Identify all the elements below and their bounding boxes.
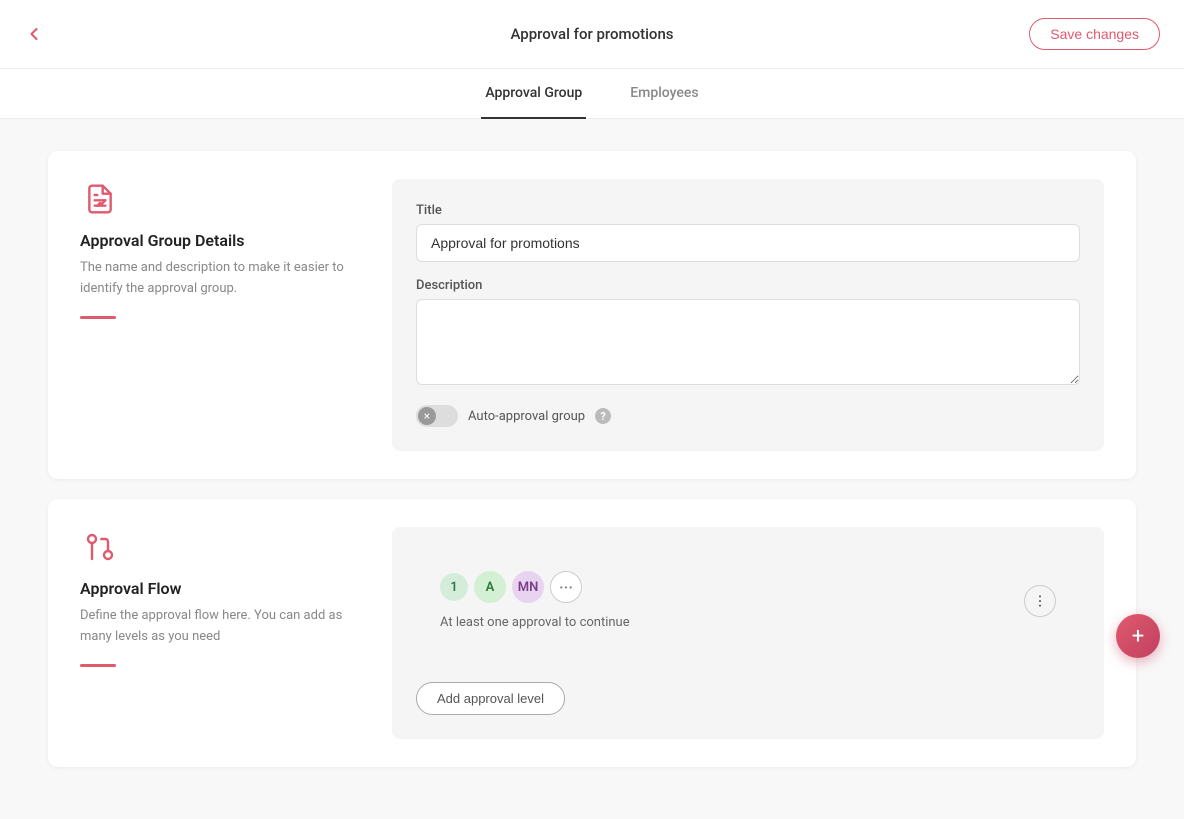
save-changes-button[interactable]: Save changes	[1029, 18, 1160, 50]
flow-section-desc: Define the approval flow here. You can a…	[80, 606, 360, 648]
details-form: Title Description Auto-approval group ?	[392, 179, 1104, 451]
main-content: Approval Group Details The name and desc…	[0, 119, 1184, 819]
header: Approval for promotions Save changes	[0, 0, 1184, 69]
flow-step-text: At least one approval to continue	[440, 615, 1008, 630]
auto-approval-toggle[interactable]	[416, 405, 458, 427]
section-left-flow: Approval Flow Define the approval flow h…	[80, 527, 360, 739]
avatar-a: A	[474, 571, 506, 603]
details-section-desc: The name and description to make it easi…	[80, 258, 360, 300]
tab-employees[interactable]: Employees	[626, 69, 702, 119]
add-approval-level-button[interactable]: Add approval level	[416, 682, 565, 715]
tab-approval-group[interactable]: Approval Group	[481, 69, 586, 119]
step-number-badge: 1	[440, 573, 468, 601]
approval-flow-section: Approval Flow Define the approval flow h…	[48, 499, 1136, 767]
approval-group-details-section: Approval Group Details The name and desc…	[48, 151, 1136, 479]
avatar-mn: MN	[512, 571, 544, 603]
flow-step-card: 1 A MN ··· At least one approval to cont…	[416, 551, 1080, 650]
back-button[interactable]	[24, 24, 44, 44]
description-textarea[interactable]	[416, 299, 1080, 385]
flow-content: 1 A MN ··· At least one approval to cont…	[392, 527, 1104, 739]
details-section-title: Approval Group Details	[80, 231, 360, 250]
flow-menu-button[interactable]	[1024, 585, 1056, 617]
help-icon[interactable]: ?	[595, 408, 611, 424]
toggle-label: Auto-approval group	[468, 409, 585, 424]
flow-icon	[80, 527, 120, 567]
section-left-details: Approval Group Details The name and desc…	[80, 179, 360, 451]
auto-approval-row: Auto-approval group ?	[416, 405, 1080, 427]
title-label: Title	[416, 203, 1080, 218]
flow-section-title: Approval Flow	[80, 579, 360, 598]
details-section-divider	[80, 316, 116, 319]
title-input[interactable]	[416, 224, 1080, 262]
description-form-group: Description	[416, 278, 1080, 389]
flow-section-divider	[80, 664, 116, 667]
description-label: Description	[416, 278, 1080, 293]
flow-avatars: 1 A MN ···	[440, 571, 1008, 603]
avatar-more[interactable]: ···	[550, 571, 582, 603]
fab-button[interactable]: +	[1116, 614, 1160, 658]
title-form-group: Title	[416, 203, 1080, 262]
toggle-knob	[418, 407, 436, 425]
flow-step-info: 1 A MN ··· At least one approval to cont…	[440, 571, 1008, 630]
page-title: Approval for promotions	[510, 25, 673, 43]
tab-bar: Approval Group Employees	[0, 69, 1184, 119]
document-edit-icon	[80, 179, 120, 219]
